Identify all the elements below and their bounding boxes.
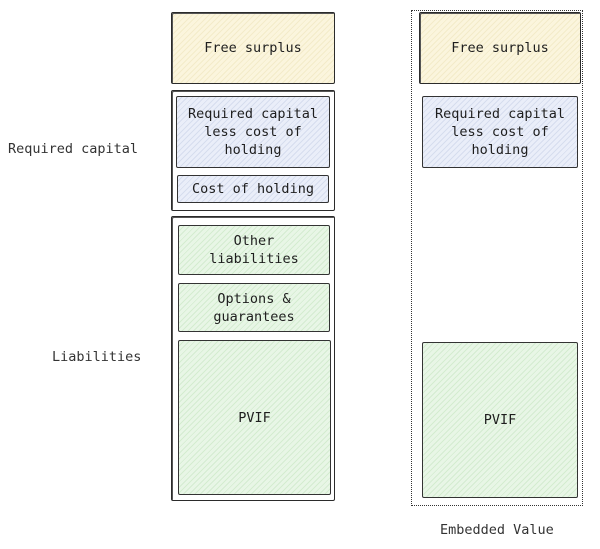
label-required-capital: Required capital — [8, 141, 139, 157]
left-pvif-box: PVIF — [178, 340, 331, 495]
options-guarantees-box: Options & guarantees — [178, 283, 330, 332]
other-liabilities-box: Other liabilities — [178, 225, 330, 275]
cost-of-holding-box: Cost of holding — [177, 175, 329, 203]
diagram-canvas: Required capital Liabilities Embedded Va… — [0, 0, 600, 549]
left-free-surplus-box: Free surplus — [171, 12, 335, 84]
label-liabilities: Liabilities — [52, 349, 142, 365]
right-pvif-box: PVIF — [422, 342, 578, 498]
left-required-capital-less-cost-box: Required capital less cost of holding — [176, 96, 330, 168]
label-embedded-value: Embedded Value — [440, 522, 554, 538]
right-required-capital-less-cost-box: Required capital less cost of holding — [422, 96, 578, 168]
right-free-surplus-box: Free surplus — [419, 12, 581, 84]
